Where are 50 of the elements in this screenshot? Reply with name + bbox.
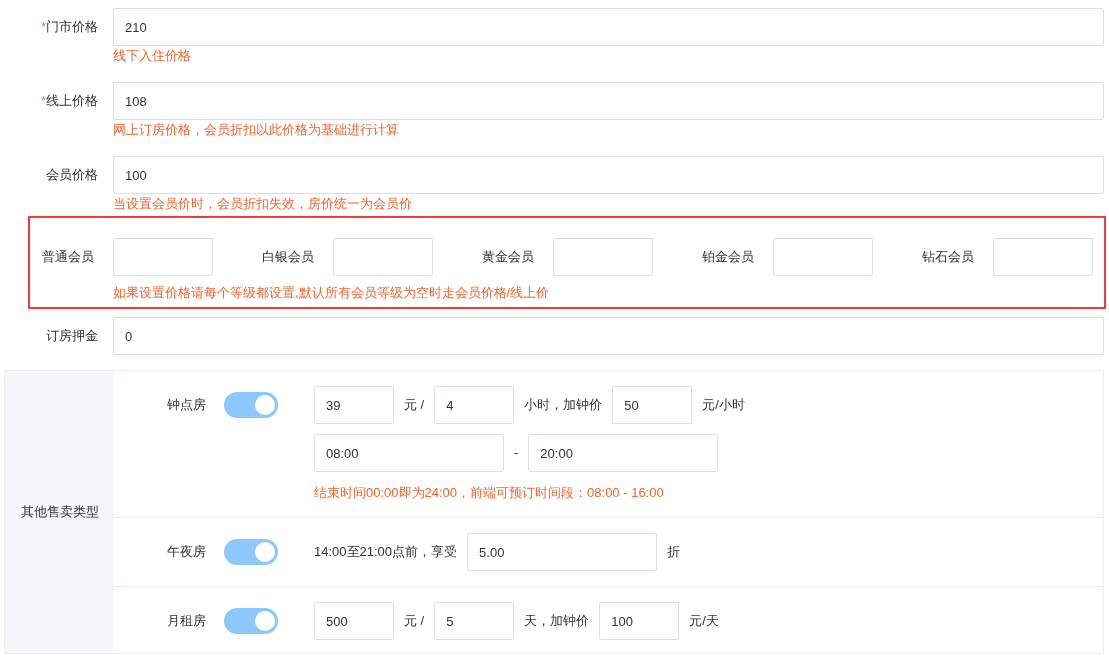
input-field[interactable]: 50 — [612, 386, 693, 424]
unit-text: 元/天 — [689, 612, 719, 631]
input-field[interactable]: 4 — [434, 386, 515, 424]
hint-text: 结束时间00:00即为24:00，前端可预订时间段：08:00 - 16:00 — [314, 484, 665, 502]
field-label: 铂金会员 — [702, 248, 755, 267]
input-field[interactable]: 08:00 — [314, 434, 504, 472]
field-label: 门市价格 — [46, 18, 98, 37]
input-field[interactable] — [993, 238, 1093, 276]
field-label: 钻石会员 — [922, 248, 975, 267]
section-label: 其他售卖类型 — [5, 371, 114, 653]
input-field[interactable]: 5.00 — [467, 533, 658, 571]
required-asterisk: * — [40, 18, 46, 37]
unit-text: 元/小时 — [702, 396, 745, 415]
field-label: 黄金会员 — [482, 248, 535, 267]
unit-text: 元 / — [404, 612, 425, 631]
input-field[interactable]: 108 — [113, 82, 1104, 120]
input-field[interactable] — [553, 238, 653, 276]
hint-text: 线下入住价格 — [113, 47, 192, 65]
field-label: 线上价格 — [46, 92, 98, 111]
toggle-switch[interactable] — [224, 392, 278, 418]
unit-text: 小时，加钟价 — [524, 396, 603, 415]
field-label: 会员价格 — [46, 166, 98, 185]
unit-text: 天，加钟价 — [524, 612, 590, 631]
hint-text: 当设置会员价时，会员折扣失效，房价统一为会员价 — [113, 195, 413, 213]
input-field[interactable]: 5 — [434, 602, 515, 640]
unit-text: 元 / — [404, 396, 425, 415]
toggle-switch[interactable] — [224, 539, 278, 565]
toggle-switch[interactable] — [224, 608, 278, 634]
input-field[interactable]: 100 — [599, 602, 680, 640]
input-field[interactable] — [773, 238, 873, 276]
unit-text: 14:00至21:00点前，享受 — [314, 543, 458, 562]
row-label: 月租房 — [167, 612, 207, 631]
input-field[interactable]: 500 — [314, 602, 394, 640]
input-field[interactable]: 39 — [314, 386, 394, 424]
row-label: 钟点房 — [167, 396, 207, 415]
field-label: 订房押金 — [45, 327, 98, 346]
unit-text: - — [514, 444, 519, 463]
input-field[interactable]: 20:00 — [528, 434, 719, 472]
hint-text: 网上订房价格，会员折扣以此价格为基础进行计算 — [113, 121, 400, 139]
unit-text: 折 — [667, 543, 681, 562]
field-label: 普通会员 — [42, 248, 95, 267]
input-field[interactable]: 0 — [113, 317, 1104, 355]
field-label: 白银会员 — [262, 248, 315, 267]
input-field[interactable]: 100 — [113, 156, 1104, 194]
input-field[interactable] — [333, 238, 433, 276]
input-field[interactable]: 210 — [113, 8, 1104, 46]
required-asterisk: * — [40, 92, 46, 111]
hint-text: 如果设置价格请每个等级都设置,默认所有会员等级为空时走会员价格/线上价 — [113, 284, 551, 302]
input-field[interactable] — [113, 238, 213, 276]
row-label: 午夜房 — [167, 543, 207, 562]
